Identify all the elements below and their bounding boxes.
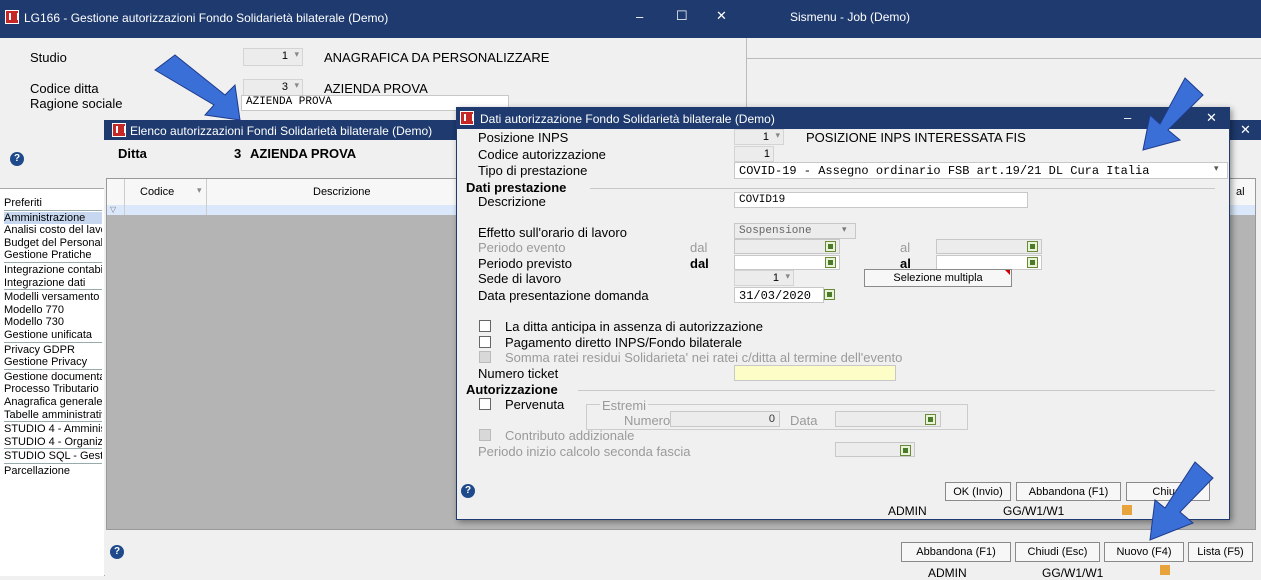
arrow-pointing-ragione-sociale [154, 54, 241, 121]
annotation-arrows [154, 54, 1214, 541]
arrow-pointing-nuovo-button [1149, 461, 1214, 541]
arrow-pointing-tipo-prestazione [1142, 77, 1204, 151]
